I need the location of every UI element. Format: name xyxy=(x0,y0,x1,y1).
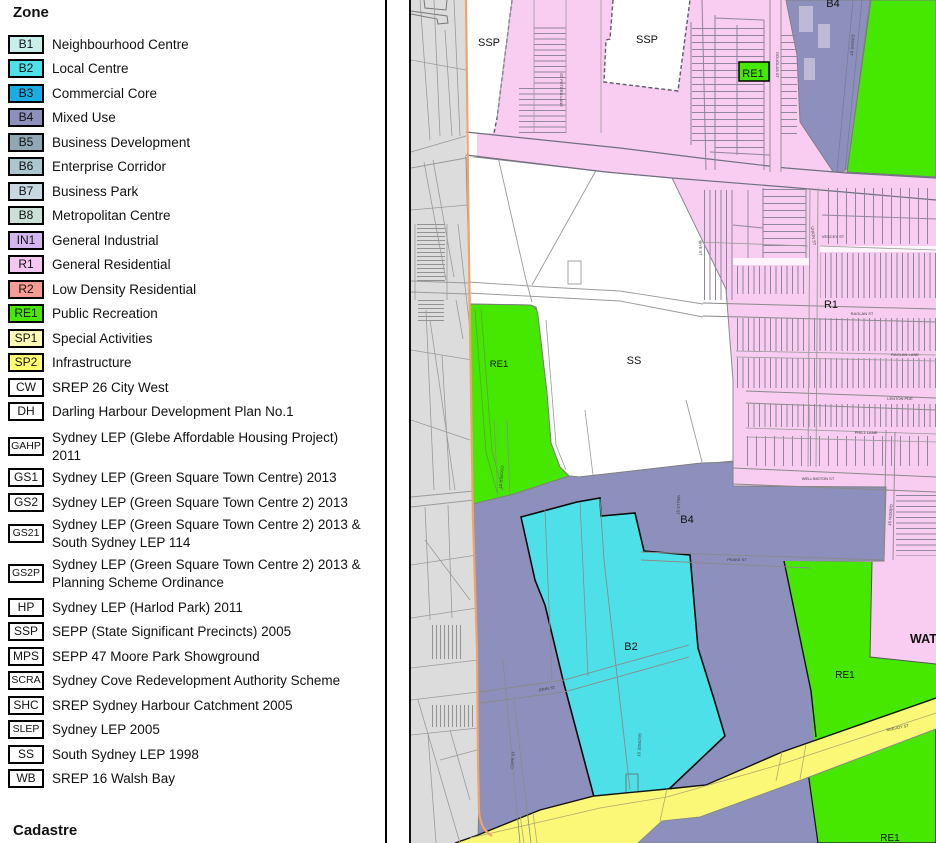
svg-text:B4: B4 xyxy=(826,0,839,10)
svg-text:PEAKE ST: PEAKE ST xyxy=(727,557,747,562)
svg-text:WELLS ST: WELLS ST xyxy=(675,495,681,516)
svg-text:B2: B2 xyxy=(624,641,637,653)
svg-text:RE1: RE1 xyxy=(742,68,763,80)
svg-text:DOUGLAS ST: DOUGLAS ST xyxy=(775,52,780,78)
svg-text:RAGLAN LANE: RAGLAN LANE xyxy=(891,352,919,357)
svg-text:RAGLAN ST: RAGLAN ST xyxy=(851,311,874,316)
svg-text:SS: SS xyxy=(627,355,642,367)
svg-text:B4: B4 xyxy=(680,514,693,526)
svg-text:SSP: SSP xyxy=(478,37,500,49)
svg-text:VESCEY ST: VESCEY ST xyxy=(822,234,845,239)
svg-text:RE1: RE1 xyxy=(835,670,855,681)
svg-text:ST PETERS LANE: ST PETERS LANE xyxy=(559,73,564,107)
svg-text:WELLINGTON ST: WELLINGTON ST xyxy=(802,476,835,481)
svg-text:LENTON PDE: LENTON PDE xyxy=(887,396,913,401)
svg-text:RE1: RE1 xyxy=(880,833,900,843)
svg-text:RE1: RE1 xyxy=(490,359,508,370)
svg-text:PHILL LANE: PHILL LANE xyxy=(855,430,878,435)
svg-text:WYE ST: WYE ST xyxy=(698,240,704,256)
svg-text:SSP: SSP xyxy=(636,34,658,46)
svg-text:WAT: WAT xyxy=(910,632,936,646)
svg-text:R1: R1 xyxy=(824,299,838,311)
